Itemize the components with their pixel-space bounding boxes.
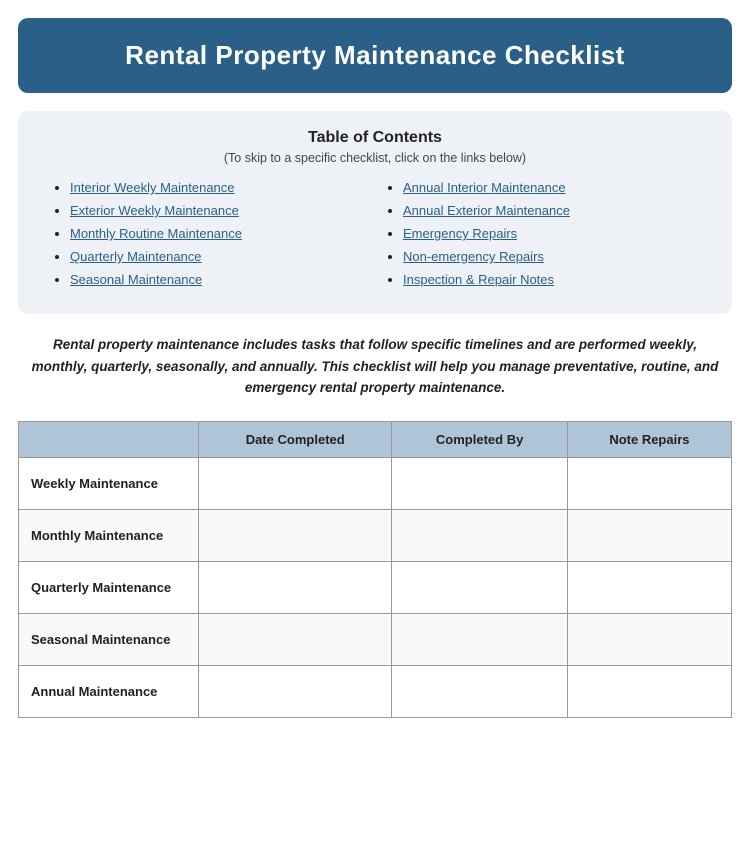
toc-list-1: Interior Weekly Maintenance Exterior Wee… (52, 179, 365, 289)
weekly-note-repairs[interactable] (567, 457, 731, 509)
description-text: Rental property maintenance includes tas… (30, 334, 720, 399)
header-completed-by: Completed By (392, 421, 567, 457)
toc-column-2: Annual Interior Maintenance Annual Exter… (375, 179, 708, 294)
header-date-completed: Date Completed (199, 421, 392, 457)
list-item: Non-emergency Repairs (403, 248, 698, 266)
toc-link-emergency[interactable]: Emergency Repairs (403, 226, 517, 241)
annual-completed-by[interactable] (392, 665, 567, 717)
table-of-contents: Table of Contents (To skip to a specific… (18, 111, 732, 314)
annual-note-repairs[interactable] (567, 665, 731, 717)
row-label-weekly: Weekly Maintenance (19, 457, 199, 509)
table-row: Weekly Maintenance (19, 457, 732, 509)
toc-link-annual-interior[interactable]: Annual Interior Maintenance (403, 180, 566, 195)
list-item: Inspection & Repair Notes (403, 271, 698, 289)
toc-link-seasonal[interactable]: Seasonal Maintenance (70, 272, 202, 287)
table-row: Seasonal Maintenance (19, 613, 732, 665)
maintenance-table: Date Completed Completed By Note Repairs… (18, 421, 732, 718)
monthly-note-repairs[interactable] (567, 509, 731, 561)
row-label-seasonal: Seasonal Maintenance (19, 613, 199, 665)
list-item: Exterior Weekly Maintenance (70, 202, 365, 220)
row-label-annual: Annual Maintenance (19, 665, 199, 717)
list-item: Seasonal Maintenance (70, 271, 365, 289)
row-label-quarterly: Quarterly Maintenance (19, 561, 199, 613)
monthly-date-completed[interactable] (199, 509, 392, 561)
weekly-completed-by[interactable] (392, 457, 567, 509)
list-item: Interior Weekly Maintenance (70, 179, 365, 197)
quarterly-date-completed[interactable] (199, 561, 392, 613)
toc-link-exterior-weekly[interactable]: Exterior Weekly Maintenance (70, 203, 239, 218)
quarterly-completed-by[interactable] (392, 561, 567, 613)
annual-date-completed[interactable] (199, 665, 392, 717)
row-label-monthly: Monthly Maintenance (19, 509, 199, 561)
list-item: Annual Interior Maintenance (403, 179, 698, 197)
page-title: Rental Property Maintenance Checklist (125, 40, 625, 70)
weekly-date-completed[interactable] (199, 457, 392, 509)
toc-subtitle: (To skip to a specific checklist, click … (42, 151, 708, 165)
list-item: Monthly Routine Maintenance (70, 225, 365, 243)
toc-link-quarterly[interactable]: Quarterly Maintenance (70, 249, 202, 264)
table-row: Quarterly Maintenance (19, 561, 732, 613)
header-banner: Rental Property Maintenance Checklist (18, 18, 732, 93)
list-item: Emergency Repairs (403, 225, 698, 243)
list-item: Quarterly Maintenance (70, 248, 365, 266)
toc-link-non-emergency[interactable]: Non-emergency Repairs (403, 249, 544, 264)
header-note-repairs: Note Repairs (567, 421, 731, 457)
quarterly-note-repairs[interactable] (567, 561, 731, 613)
table-header-row: Date Completed Completed By Note Repairs (19, 421, 732, 457)
monthly-completed-by[interactable] (392, 509, 567, 561)
toc-link-annual-exterior[interactable]: Annual Exterior Maintenance (403, 203, 570, 218)
table-row: Annual Maintenance (19, 665, 732, 717)
header-row-label (19, 421, 199, 457)
table-row: Monthly Maintenance (19, 509, 732, 561)
toc-link-inspection[interactable]: Inspection & Repair Notes (403, 272, 554, 287)
toc-link-interior-weekly[interactable]: Interior Weekly Maintenance (70, 180, 235, 195)
toc-link-monthly-routine[interactable]: Monthly Routine Maintenance (70, 226, 242, 241)
list-item: Annual Exterior Maintenance (403, 202, 698, 220)
seasonal-completed-by[interactable] (392, 613, 567, 665)
seasonal-note-repairs[interactable] (567, 613, 731, 665)
toc-column-1: Interior Weekly Maintenance Exterior Wee… (42, 179, 375, 294)
toc-columns: Interior Weekly Maintenance Exterior Wee… (42, 179, 708, 294)
toc-title: Table of Contents (42, 129, 708, 147)
seasonal-date-completed[interactable] (199, 613, 392, 665)
toc-list-2: Annual Interior Maintenance Annual Exter… (385, 179, 698, 289)
